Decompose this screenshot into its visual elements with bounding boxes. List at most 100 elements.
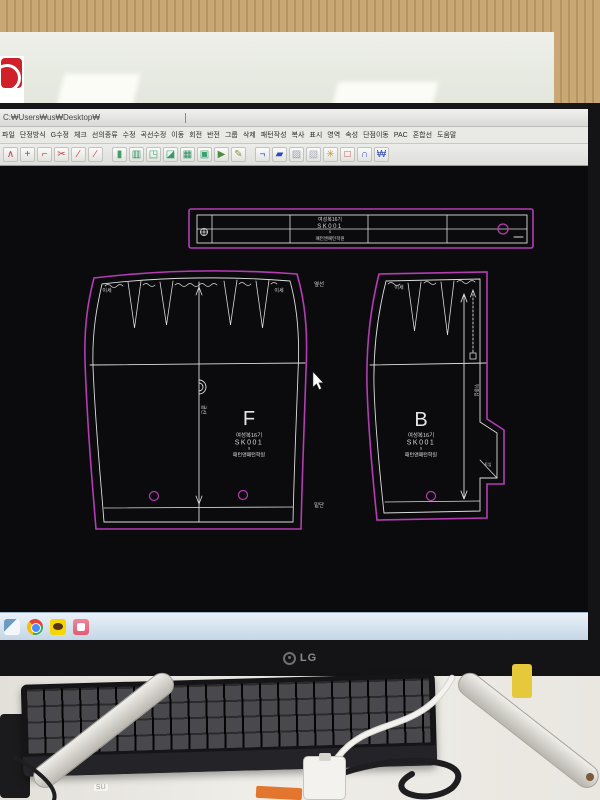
wall-sign [0, 56, 24, 108]
lg-logo: LG [283, 652, 317, 665]
svg-text:패턴앤패턴학원: 패턴앤패턴학원 [405, 452, 438, 459]
monitor-bezel-bottom: LG [0, 640, 600, 676]
svg-text:S: S [420, 447, 423, 451]
menu-item[interactable]: 수정 [123, 130, 136, 140]
waist-darts [408, 281, 454, 335]
panel-tool-icon[interactable]: ▦ [180, 147, 195, 162]
sheet-tool-icon[interactable]: ▨ [289, 147, 304, 162]
menu-item[interactable]: 반전 [207, 130, 220, 140]
shape-tool-icon[interactable]: ¬ [255, 147, 270, 162]
svg-text:패턴앤패턴학원: 패턴앤패턴학원 [233, 452, 266, 459]
side-seam-label: 옆선 [314, 280, 324, 288]
table-tool-icon[interactable]: ▥ [129, 147, 144, 162]
yellow-object [512, 664, 532, 698]
kakaotalk-icon[interactable] [50, 619, 66, 635]
vent-label: 트임 [485, 462, 492, 467]
hem-line [104, 507, 293, 508]
menu-item[interactable]: 영역 [327, 130, 340, 140]
wood-slat-wall-right [554, 0, 600, 106]
center-back-label: 뒤중심 [473, 384, 480, 396]
hip-line [370, 363, 486, 365]
menu-item[interactable]: 혼합선 [413, 130, 432, 140]
svg-text:S: S [329, 230, 332, 234]
won-tool-icon[interactable]: ₩ [374, 147, 389, 162]
corner-tool-icon[interactable]: ⌐ [37, 147, 52, 162]
menu-item[interactable]: 속성 [345, 130, 358, 140]
grain-line [461, 294, 467, 499]
svg-text:패턴앤패턴학원: 패턴앤패턴학원 [316, 235, 345, 242]
fill-tool-icon[interactable]: ▰ [272, 147, 287, 162]
media-app-icon[interactable] [4, 619, 20, 635]
front-piece-letter: F [243, 408, 255, 430]
stamp-tool-icon[interactable]: ▣ [197, 147, 212, 162]
cad-application-window: C:₩Users₩us₩Desktop₩ 파일 단정방식 G수정 체크 선의종류… [0, 109, 588, 640]
whiteboard [0, 32, 554, 106]
svg-text:SK001: SK001 [235, 440, 264, 447]
menu-bar: 파일 단정방식 G수정 체크 선의종류 수정 곡선수정 이동 회전 반전 그룹 … [0, 127, 588, 144]
zipper-end-mark [470, 353, 476, 359]
ease-zigzag [105, 283, 277, 288]
line-tool-icon[interactable]: + [20, 147, 35, 162]
ease-label: 이세 [394, 284, 404, 291]
menu-item[interactable]: 단점이동 [363, 130, 389, 140]
scissors-tool-icon[interactable]: ✂ [54, 147, 69, 162]
frame-tool-icon[interactable]: □ [340, 147, 355, 162]
lg-emblem-icon [283, 652, 296, 665]
omega-tool-icon[interactable]: ∩ [357, 147, 372, 162]
white-adapter [303, 756, 346, 800]
chrome-icon[interactable] [27, 619, 43, 635]
svg-text:여성복16기: 여성복16기 [318, 216, 342, 223]
waistband-piece[interactable]: 여성복16기 SK001 S 패턴앤패턴학원 [189, 209, 533, 248]
front-skirt-piece[interactable]: 이세 이세 골선 F 여성복16기 SK001 S 패턴앤패턴학원 [85, 271, 307, 529]
menu-item[interactable]: 패턴작성 [261, 130, 287, 140]
fold-line-label: 골선 [200, 405, 207, 415]
remote-app-icon[interactable] [73, 619, 89, 635]
flip-tool-icon[interactable]: ◪ [163, 147, 178, 162]
desk-tag: SU [94, 784, 108, 791]
notch-tool-icon[interactable]: ◳ [146, 147, 161, 162]
arrow-tool-icon[interactable]: ▶ [214, 147, 229, 162]
back-info-block: 여성복16기 SK001 S 패턴앤패턴학원 [405, 431, 438, 459]
svg-text:SK001: SK001 [407, 440, 436, 447]
front-info-block: 여성복16기 SK001 S 패턴앤패턴학원 [233, 431, 266, 459]
back-piece-letter: B [414, 409, 427, 431]
menu-item[interactable]: 회전 [189, 130, 202, 140]
grid-tool-icon[interactable]: ▮ [112, 147, 127, 162]
menu-item[interactable]: 복사 [292, 130, 305, 140]
wood-slat-wall [0, 0, 600, 32]
photo-of-monitor: C:₩Users₩us₩Desktop₩ 파일 단정방식 G수정 체크 선의종류… [0, 0, 600, 800]
hip-line [90, 363, 305, 365]
sheet2-tool-icon[interactable]: ▧ [306, 147, 321, 162]
menu-item[interactable]: 체크 [74, 130, 87, 140]
menu-item[interactable]: 표시 [309, 130, 322, 140]
menu-item[interactable]: 이동 [171, 130, 184, 140]
menu-help[interactable]: 도움말 [437, 130, 456, 140]
curve-tool-icon[interactable]: ∧ [3, 147, 18, 162]
window-title: C:₩Users₩us₩Desktop₩ [0, 113, 100, 122]
menu-item[interactable]: 그룹 [225, 130, 238, 140]
star-tool-icon[interactable]: ✳ [323, 147, 338, 162]
monitor-bezel-right [588, 103, 600, 676]
drill-hole [427, 492, 436, 501]
menu-item[interactable]: PAC [394, 132, 408, 139]
lg-brand-text: LG [300, 652, 317, 664]
menu-item[interactable]: 곡선수정 [141, 130, 167, 140]
mouse-cursor [313, 372, 323, 390]
menu-file[interactable]: 파일 [2, 130, 15, 140]
ease-label: 이세 [274, 287, 284, 294]
waistband-info-block: 여성복16기 SK001 S 패턴앤패턴학원 [316, 216, 345, 242]
title-bar: C:₩Users₩us₩Desktop₩ [0, 109, 588, 127]
slash-tool-icon[interactable]: ∕ [71, 147, 86, 162]
back-skirt-piece[interactable]: 이세 뒤중심 트임 B 여성복16기 SK001 S 패턴앤패턴학원 [367, 272, 504, 520]
menu-item[interactable]: 삭제 [243, 130, 256, 140]
menu-item[interactable]: 선의종류 [92, 130, 118, 140]
drill-hole [239, 491, 248, 500]
menu-item[interactable]: G수정 [51, 130, 69, 140]
pen-tool-icon[interactable]: ✎ [231, 147, 246, 162]
tool-bar: ∧ + ⌐ ✂ ∕ ∕ ▮ ▥ ◳ ◪ ▦ ▣ ▶ ✎ ¬ ▰ ▨ ▧ ✳ □ [0, 144, 588, 166]
pattern-canvas[interactable]: 여성복16기 SK001 S 패턴앤패턴학원 [0, 166, 588, 612]
svg-text:S: S [248, 447, 251, 451]
slash2-tool-icon[interactable]: ∕ [88, 147, 103, 162]
orange-sticker [256, 786, 303, 800]
menu-item[interactable]: 단정방식 [20, 130, 46, 140]
